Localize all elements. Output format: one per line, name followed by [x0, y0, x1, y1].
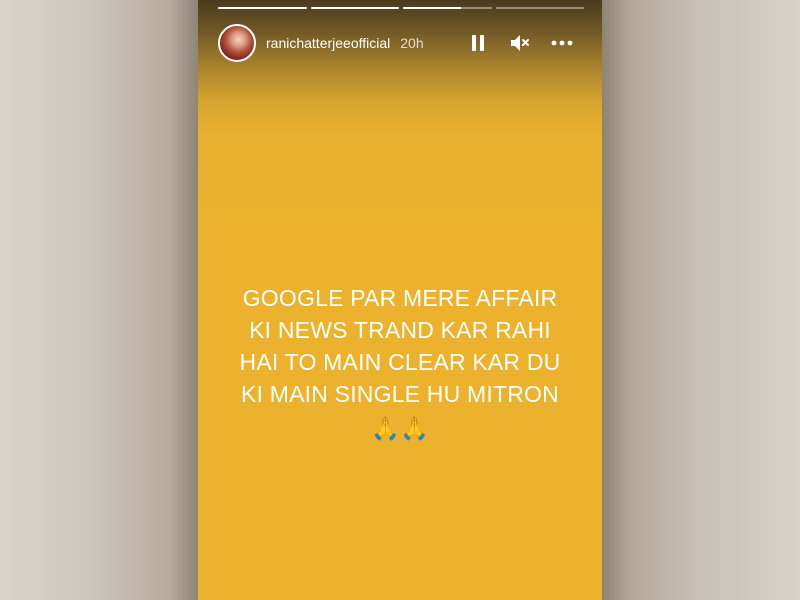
caption-line: HAI TO MAIN CLEAR KAR DU — [239, 349, 561, 375]
more-options-button[interactable] — [550, 31, 574, 55]
mute-button[interactable] — [508, 31, 532, 55]
speaker-muted-icon — [511, 35, 529, 51]
story-header: ranichatterjeeofficial 20h — [218, 24, 574, 62]
folded-hands-emoji: 🙏🙏 — [371, 415, 429, 441]
caption-line: KI MAIN SINGLE HU MITRON — [241, 381, 559, 407]
pause-button[interactable] — [466, 31, 490, 55]
story-timestamp: 20h — [400, 35, 424, 51]
story-viewer[interactable]: ranichatterjeeofficial 20h GOOGLE PAR ME… — [198, 0, 602, 600]
progress-segment — [310, 7, 399, 9]
pause-icon — [472, 35, 484, 51]
story-caption: GOOGLE PAR MERE AFFAIR KI NEWS TRAND KAR… — [198, 282, 602, 444]
blurred-backdrop-left — [0, 0, 198, 600]
caption-line: GOOGLE PAR MERE AFFAIR — [242, 285, 558, 311]
header-controls — [466, 31, 574, 55]
more-horizontal-icon — [551, 40, 573, 46]
blurred-backdrop-right — [602, 0, 800, 600]
username-link[interactable]: ranichatterjeeofficial — [266, 35, 390, 51]
avatar[interactable] — [218, 24, 256, 62]
progress-segment — [495, 7, 584, 9]
progress-segment — [218, 7, 307, 9]
caption-line: KI NEWS TRAND KAR RAHI — [249, 317, 551, 343]
progress-segment — [403, 7, 492, 9]
story-progress-bars — [218, 7, 584, 9]
